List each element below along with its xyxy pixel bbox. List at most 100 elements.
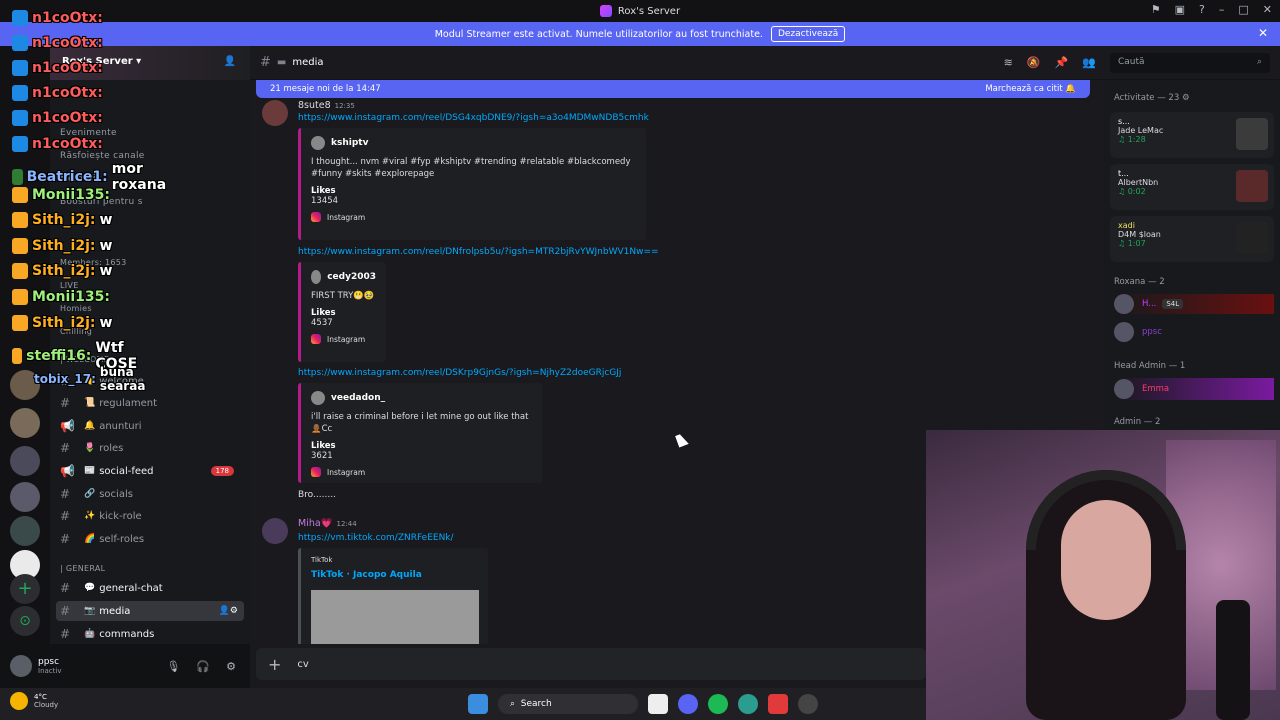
embed-author[interactable]: veedadon_	[311, 391, 532, 405]
channel-social-feed[interactable]: 📢 📰 social-feed 178	[56, 461, 244, 481]
instagram-embed: cedy2003 FIRST TRY😬🥹 Likes 4537 Instagra…	[298, 262, 386, 362]
disable-streamer-button[interactable]: Dezactivează	[770, 26, 846, 42]
start-icon[interactable]	[468, 694, 488, 714]
channel-welcome[interactable]: # 👋 welcome	[56, 371, 244, 391]
microphone-icon[interactable]: 🎙	[166, 660, 180, 673]
search-input[interactable]: Caută ⌕	[1110, 53, 1270, 73]
embed-field-value: 3621	[311, 451, 333, 461]
close-window-button[interactable]: ✕	[1263, 3, 1272, 16]
weather-widget[interactable]: 4°C Cloudy	[10, 692, 58, 710]
minimize-button[interactable]: –	[1219, 3, 1225, 16]
message-link[interactable]: https://www.instagram.com/reel/DSG4xqbDN…	[298, 113, 649, 123]
member-item[interactable]: H... S4L	[1114, 294, 1274, 314]
activity-card[interactable]: xadi D4M $loan ♫ 1:07	[1110, 216, 1274, 262]
close-banner-icon[interactable]: ✕	[1258, 26, 1268, 40]
embed-provider: TikTok	[311, 556, 333, 564]
server-icon[interactable]	[10, 370, 40, 400]
embed-author[interactable]: cedy2003	[311, 270, 376, 284]
channel-self-roles[interactable]: # 🌈 self-roles	[56, 529, 244, 549]
embed-title[interactable]: TikTok · Jacopo Aquila	[311, 570, 478, 580]
hash-icon: #	[260, 55, 271, 70]
avatar[interactable]	[262, 518, 288, 544]
activity-thumbnail	[1236, 118, 1268, 150]
media-channel-icon: ▬	[276, 57, 287, 68]
edge-icon[interactable]	[738, 694, 758, 714]
boosts-link[interactable]: Boosturi pentru s	[60, 197, 143, 207]
browse-channels-link[interactable]: Răsfoiește canale	[60, 151, 145, 161]
channel-socials[interactable]: # 🔗 socials	[56, 484, 244, 504]
activity-thumbnail	[1236, 170, 1268, 202]
channel-kick-role[interactable]: # ✨ kick-role	[56, 506, 244, 526]
message-link[interactable]: https://vm.tiktok.com/ZNRFeEENk/	[298, 533, 454, 543]
windows-taskbar: 4°C Cloudy ⌕ Search	[0, 688, 926, 720]
embed-author[interactable]: kshiptv	[311, 136, 636, 150]
member-item[interactable]: Emma	[1114, 378, 1274, 400]
member-list: Activitate — 23 ⚙ s... Jade LeMac ♫ 1:28…	[1104, 80, 1280, 430]
live-channel[interactable]: LIVE	[60, 281, 79, 290]
channel-emoji: 🔗	[84, 489, 96, 499]
mark-read-button[interactable]: Marchează ca citit 🔔	[985, 84, 1076, 94]
embed-description: I thought... nvm #viral #fyp #kshiptv #t…	[311, 157, 631, 179]
channel-label: welcome	[99, 375, 144, 387]
category-welcome[interactable]: | WELCOME	[60, 355, 109, 364]
channel-roles[interactable]: # 🌷 roles	[56, 438, 244, 458]
discover-icon[interactable]: ⊙	[10, 606, 40, 636]
embed-thumbnail[interactable]	[311, 590, 479, 644]
channel-regulament[interactable]: # 📜 regulament	[56, 393, 244, 413]
channel-general-chat[interactable]: # 💬 general-chat	[56, 578, 244, 598]
screen-icon[interactable]: ▣	[1175, 3, 1185, 16]
role-header-roxana: Roxana — 2	[1114, 277, 1165, 287]
events-link[interactable]: Evenimente	[60, 128, 117, 138]
avatar[interactable]	[262, 100, 288, 126]
steam-icon[interactable]	[798, 694, 818, 714]
chilling-channel[interactable]: Chilling	[60, 327, 92, 336]
role-header-admin: Admin — 2	[1114, 417, 1161, 427]
server-icon[interactable]	[10, 516, 40, 546]
server-icon[interactable]	[10, 482, 40, 512]
channel-settings-icon[interactable]: 👤⚙	[219, 606, 238, 616]
add-attachment-icon[interactable]: +	[268, 655, 281, 674]
member-list-icon[interactable]: 👥	[1082, 56, 1096, 69]
category-general[interactable]: | GENERAL	[60, 564, 105, 573]
channel-media[interactable]: # 📷 media 👤⚙	[56, 601, 244, 621]
gear-icon[interactable]: ⚙	[226, 660, 236, 673]
headphones-icon[interactable]: 🎧	[196, 660, 210, 673]
new-messages-bar[interactable]: 21 mesaje noi de la 14:47 Marchează ca c…	[256, 80, 1090, 98]
members-count-channel[interactable]: Members: 1653	[60, 258, 127, 267]
threads-icon[interactable]: ≋	[1004, 56, 1013, 69]
spotify-icon[interactable]	[708, 694, 728, 714]
homies-channel[interactable]: Homies	[60, 304, 92, 313]
inbox-icon[interactable]: ⚑	[1151, 3, 1161, 16]
server-icon[interactable]	[10, 446, 40, 476]
window-controls: ⚑ ▣ ? – □ ✕	[1151, 3, 1272, 16]
hash-icon: #	[60, 487, 71, 501]
channel-emoji: 📷	[84, 606, 96, 616]
message-input[interactable]: + cv	[256, 648, 926, 680]
message-link[interactable]: https://www.instagram.com/reel/DSKrp9Gjn…	[298, 368, 621, 378]
timestamp: 12:35	[334, 102, 355, 110]
activity-card[interactable]: t... AlbertNbn ♫ 0:02	[1110, 164, 1274, 210]
file-explorer-icon[interactable]	[648, 694, 668, 714]
maximize-button[interactable]: □	[1238, 3, 1248, 16]
add-server-icon[interactable]: +	[10, 574, 40, 604]
activity-card[interactable]: s... Jade LeMac ♫ 1:28	[1110, 112, 1274, 158]
message-link[interactable]: https://www.instagram.com/reel/DNfrolpsb…	[298, 247, 659, 257]
help-icon[interactable]: ?	[1199, 3, 1205, 16]
taskbar-search[interactable]: ⌕ Search	[498, 694, 638, 714]
mute-bell-icon[interactable]: 🔕	[1027, 56, 1041, 69]
app-icon[interactable]	[768, 694, 788, 714]
members-link[interactable]: Membri	[60, 174, 96, 184]
channel-anunturi[interactable]: 📢 🔔 anunturi	[56, 416, 244, 436]
channel-commands[interactable]: # 🤖 commands	[56, 624, 244, 644]
member-item[interactable]: ppsc	[1114, 322, 1162, 342]
announcement-icon: 📢	[60, 464, 75, 478]
author-name[interactable]: Miha💗	[298, 518, 333, 529]
pin-icon[interactable]: 📌	[1055, 56, 1069, 69]
user-status: Inactiv	[38, 667, 62, 675]
server-name-header[interactable]: Rox's Server ▾ 👤	[50, 46, 250, 80]
avatar[interactable]	[10, 655, 32, 677]
server-icon[interactable]	[10, 408, 40, 438]
discord-icon[interactable]	[678, 694, 698, 714]
add-member-icon[interactable]: 👤	[224, 56, 236, 67]
author-name[interactable]: 8sute8	[298, 100, 331, 111]
